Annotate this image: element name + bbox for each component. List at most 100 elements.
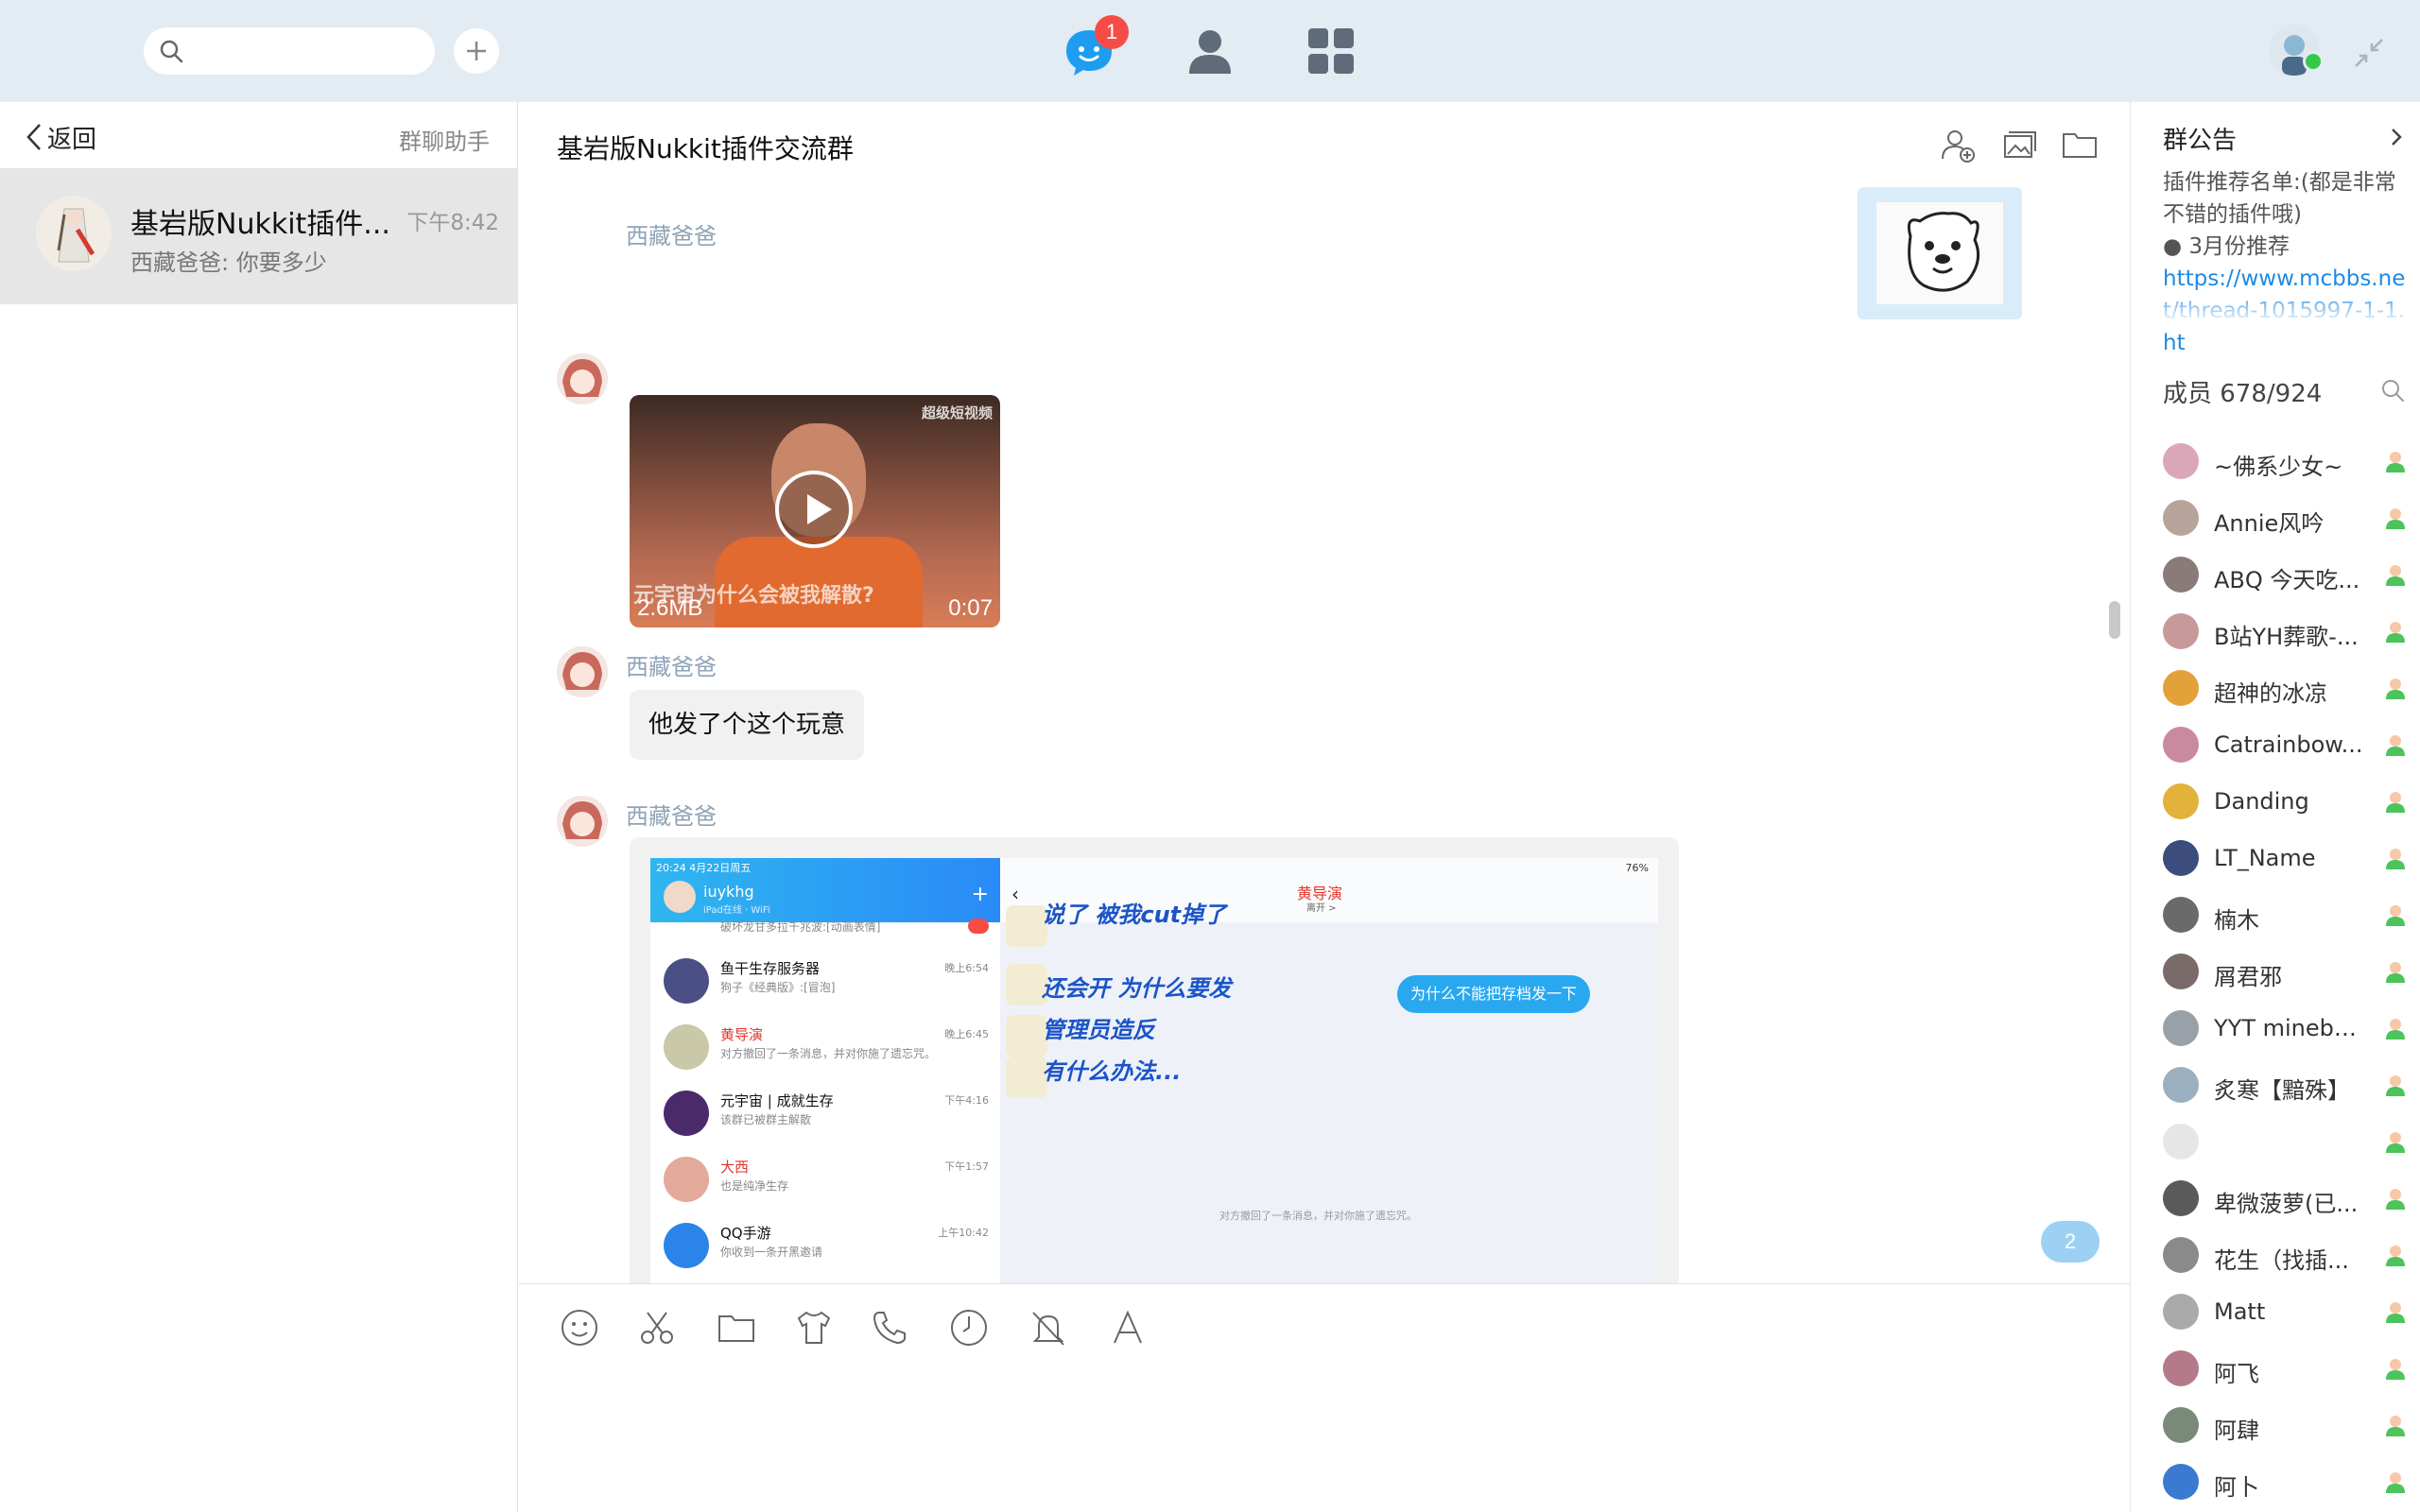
avatar[interactable]: [557, 353, 608, 404]
group-avatar-icon: [36, 196, 112, 271]
member-item[interactable]: 阿飞: [2163, 1340, 2409, 1397]
member-status-icon: [2386, 1246, 2405, 1266]
member-item[interactable]: 花生（找插...: [2163, 1227, 2409, 1283]
member-item[interactable]: Catrainbow...: [2163, 716, 2409, 773]
new-message-count[interactable]: 2: [2041, 1221, 2100, 1263]
avatar: [2163, 557, 2199, 593]
scissors-icon[interactable]: [634, 1305, 680, 1350]
screenshot-username: iuykhg: [703, 883, 754, 901]
screenshot-my-message: 为什么不能把存档发一下: [1397, 975, 1591, 1013]
member-item[interactable]: LT_Name: [2163, 830, 2409, 886]
font-icon[interactable]: [1105, 1305, 1150, 1350]
clock-icon[interactable]: [946, 1305, 992, 1350]
message-composer[interactable]: [519, 1283, 2130, 1512]
member-item[interactable]: Danding: [2163, 773, 2409, 830]
group-info-panel: 群公告 插件推荐名单:(都是非常不错的插件哦) ● 3月份推荐 https://…: [2130, 102, 2420, 1512]
avatar: [2163, 783, 2199, 819]
member-item[interactable]: 超神的冰凉: [2163, 660, 2409, 716]
search-icon[interactable]: [2378, 376, 2407, 404]
member-status-icon: [2386, 1019, 2405, 1040]
member-item[interactable]: 阿肆: [2163, 1397, 2409, 1453]
screenshot-list-item: 鱼干生存服务器 狗子《经典版》:[冒泡] 晚上6:54: [650, 945, 1000, 1011]
screenshot-item-preview: 狗子《经典版》:[冒泡]: [720, 981, 836, 994]
album-icon[interactable]: [1999, 125, 2039, 164]
avatar: [2163, 443, 2199, 479]
contact-icon: [1189, 30, 1231, 74]
member-item[interactable]: 阿卜: [2163, 1453, 2409, 1510]
avatar: [2163, 954, 2199, 989]
text-message[interactable]: 他发了个这个玩意: [630, 690, 865, 760]
screenshot-item-name: 元宇宙 | 成就生存: [720, 1092, 834, 1109]
phone-icon[interactable]: [867, 1305, 912, 1350]
screenshot-item-avatar: [664, 1157, 709, 1202]
chevron-right-icon[interactable]: [2386, 127, 2407, 147]
member-item[interactable]: ~佛系少女~: [2163, 433, 2409, 490]
member-item[interactable]: 卑微菠萝(已...: [2163, 1170, 2409, 1227]
screenshot-status-time: 20:24 4月22日周五: [656, 862, 752, 874]
screenshot-item-preview: 也是纯净生存: [720, 1179, 789, 1193]
sticker-message[interactable]: [1858, 187, 2022, 319]
avatar: [2163, 727, 2199, 763]
avatar: [2163, 1180, 2199, 1216]
screenshot-contact-status: 离开 >: [1306, 903, 1337, 914]
screenshot-item-avatar: [664, 958, 709, 1004]
chevron-left-icon: [26, 124, 41, 150]
member-name: 楠木: [2214, 907, 2259, 934]
announcement-body[interactable]: 插件推荐名单:(都是非常不错的插件哦) ● 3月份推荐 https://www.…: [2163, 166, 2407, 359]
member-item[interactable]: YYT minebb...: [2163, 1000, 2409, 1057]
sender-name[interactable]: 西藏爸爸: [626, 648, 717, 681]
video-message[interactable]: 超级短视频 元宇宙为什么会被我解散? 2.6MB 0:07: [630, 395, 1000, 627]
conversation-item[interactable]: 基岩版Nukkit插件... 下午8:42 西藏爸爸: 你要多少: [0, 168, 518, 304]
member-name: YYT minebb...: [2214, 1015, 2363, 1041]
scrollbar-thumb[interactable]: [2109, 601, 2120, 639]
member-status-icon: [2386, 849, 2405, 869]
search-box[interactable]: [144, 27, 435, 75]
member-item[interactable]: B站YH葬歌-...: [2163, 603, 2409, 660]
member-item[interactable]: Matt: [2163, 1283, 2409, 1340]
member-item[interactable]: [2163, 1113, 2409, 1170]
tab-contacts[interactable]: [1182, 23, 1238, 79]
top-bar: 1: [0, 0, 2420, 102]
announcement-bullet: ● 3月份推荐: [2163, 234, 2290, 259]
avatar: [2163, 500, 2199, 536]
announcement-title[interactable]: 群公告: [2163, 121, 2237, 156]
group-assistant-link[interactable]: 群聊助手: [399, 123, 490, 156]
screenshot-item-name: 大西: [720, 1159, 750, 1176]
back-button[interactable]: 返回: [25, 121, 96, 154]
avatar[interactable]: [557, 646, 608, 697]
screenshot-item-avatar: [664, 1024, 709, 1070]
member-name: Matt: [2214, 1298, 2266, 1325]
tab-apps[interactable]: [1303, 23, 1359, 79]
member-status-icon: [2386, 1416, 2405, 1436]
screenshot-item-avatar: [664, 1223, 709, 1268]
folder-icon[interactable]: [2060, 125, 2100, 164]
emoji-icon[interactable]: [557, 1305, 602, 1350]
shrink-window-icon[interactable]: [2352, 36, 2386, 70]
member-name: Danding: [2214, 788, 2309, 815]
shirt-icon[interactable]: [791, 1305, 837, 1350]
member-item[interactable]: Annie风吟: [2163, 490, 2409, 546]
screenshot-list-item: 元宇宙 | 成就生存 该群已被群主解散 下午4:16: [650, 1077, 1000, 1143]
folder-icon[interactable]: [714, 1305, 759, 1350]
screenshot-list-item: 破坏龙甘多拉千兆波:[动画表情]: [650, 913, 1000, 941]
member-item[interactable]: 楠木: [2163, 886, 2409, 943]
screenshot-list-item: QQ手游 你收到一条开黑邀请 上午10:42: [650, 1210, 1000, 1276]
sender-name[interactable]: 西藏爸爸: [626, 217, 717, 250]
add-button[interactable]: [454, 28, 499, 74]
screenshot-item-preview: 你收到一条开黑邀请: [720, 1246, 823, 1259]
screenshot-item-name: 鱼干生存服务器: [720, 960, 821, 977]
member-status-icon: [2386, 1132, 2405, 1153]
sender-name[interactable]: 西藏爸爸: [626, 798, 717, 831]
member-status-icon: [2386, 1302, 2405, 1323]
member-item[interactable]: 屑君邪: [2163, 943, 2409, 1000]
member-status-icon: [2386, 1359, 2405, 1380]
member-name: Annie风吟: [2214, 510, 2325, 537]
member-item[interactable]: 炙寒【黯殊】: [2163, 1057, 2409, 1113]
member-item[interactable]: ABQ 今天吃...: [2163, 546, 2409, 603]
add-member-icon[interactable]: [1939, 125, 1979, 164]
avatar[interactable]: [557, 796, 608, 847]
avatar: [2163, 1350, 2199, 1386]
play-icon[interactable]: [775, 471, 853, 548]
bell-off-icon[interactable]: [1026, 1305, 1071, 1350]
member-name: 屑君邪: [2214, 964, 2282, 990]
